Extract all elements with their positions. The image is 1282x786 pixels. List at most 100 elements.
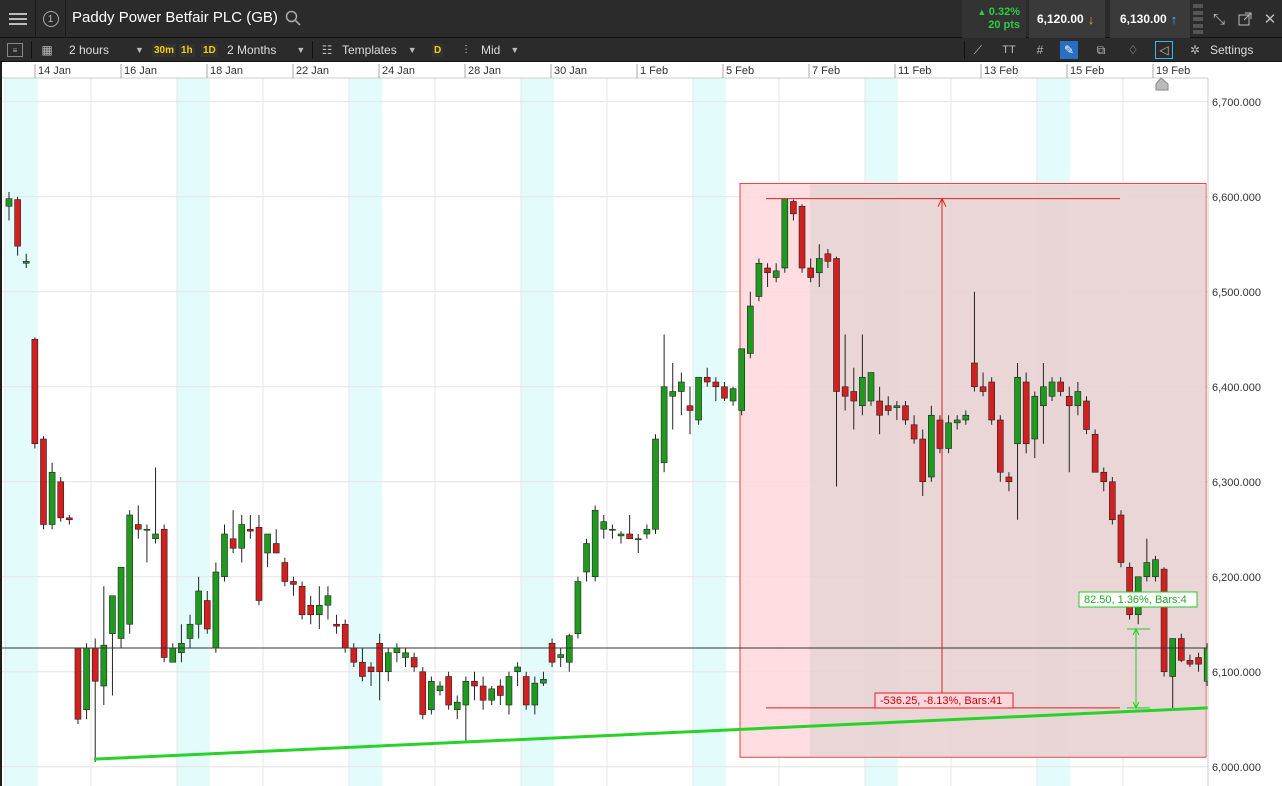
candle-body bbox=[290, 581, 297, 585]
candle-body bbox=[617, 533, 625, 537]
candle-body bbox=[419, 671, 427, 715]
candle-body bbox=[1160, 568, 1168, 673]
candle-body bbox=[609, 528, 616, 531]
close-icon[interactable]: ✕ bbox=[1258, 0, 1282, 38]
candle-body bbox=[31, 338, 39, 445]
measure-icon[interactable]: ◁ bbox=[1155, 41, 1173, 59]
candle-body bbox=[583, 543, 590, 573]
sell-price: 6,120.00 bbox=[1037, 12, 1084, 26]
popout-icon[interactable] bbox=[1232, 0, 1258, 38]
info-icon[interactable]: 1 bbox=[36, 0, 66, 38]
candle-body bbox=[238, 524, 246, 549]
up-arrow-icon: ↑ bbox=[1170, 11, 1178, 27]
candle-body bbox=[100, 644, 108, 687]
chart-type-icon[interactable]: ▦ bbox=[38, 41, 56, 59]
templates-select[interactable]: Templates ▼ bbox=[342, 38, 417, 62]
candle-body bbox=[893, 405, 901, 408]
x-tick-label: 22 Jan bbox=[296, 65, 329, 77]
candle-body bbox=[902, 405, 909, 421]
x-tick-label: 14 Jan bbox=[38, 65, 71, 77]
candle-body bbox=[255, 527, 263, 601]
search-icon[interactable] bbox=[285, 10, 301, 26]
weekend-band bbox=[349, 62, 382, 786]
candle-body bbox=[402, 652, 409, 658]
candle-body bbox=[428, 680, 435, 711]
candle-body bbox=[479, 685, 487, 701]
candle-body bbox=[272, 543, 280, 554]
chart-toolbar: ≡ ▦ 2 hours ▼ 30m 1h 1D 2 Months ▼ ☷ Templ… bbox=[0, 38, 1282, 62]
candle-body bbox=[488, 688, 496, 701]
interval-select[interactable]: 2 hours ▼ bbox=[69, 38, 144, 62]
candle-body bbox=[686, 405, 694, 411]
candle-body bbox=[790, 201, 797, 215]
candle-body bbox=[634, 538, 642, 541]
candle-body bbox=[109, 595, 116, 635]
candle-body bbox=[1022, 381, 1030, 445]
indicator-icon[interactable]: ♢ bbox=[1124, 41, 1142, 59]
candle-body bbox=[712, 381, 720, 388]
candle-body bbox=[815, 258, 823, 274]
settings-button[interactable]: Settings bbox=[1210, 38, 1253, 62]
candle-body bbox=[928, 414, 935, 478]
x-tick-label: 28 Jan bbox=[468, 65, 501, 77]
candle-body bbox=[367, 666, 375, 673]
interval-1d-button[interactable]: 1D bbox=[201, 38, 218, 62]
x-tick-label: 15 Feb bbox=[1070, 65, 1104, 77]
chart-window: 1 Paddy Power Betfair PLC (GB) ▲ 0.32% 2… bbox=[0, 0, 1282, 786]
interval-30m-button[interactable]: 30m bbox=[152, 38, 177, 62]
candle-body bbox=[798, 205, 806, 269]
y-tick-label: 6,000.000 bbox=[1212, 762, 1261, 774]
candle-body bbox=[1143, 562, 1151, 578]
price-chart[interactable]: 6,125.000-536.25, -8.13%, Bars:4182.50, … bbox=[2, 62, 1282, 786]
range-label: 2 Months bbox=[227, 43, 277, 57]
y-tick-label: 6,700.000 bbox=[1212, 97, 1261, 109]
line-tool-icon[interactable]: ⟋ bbox=[969, 41, 987, 59]
candle-body bbox=[764, 267, 771, 274]
layers-icon[interactable]: ⧉ bbox=[1092, 41, 1110, 59]
menu-icon[interactable] bbox=[0, 0, 36, 38]
candle-body bbox=[143, 528, 151, 531]
candle-body bbox=[1091, 433, 1099, 473]
interval-1h-button[interactable]: 1h bbox=[179, 38, 195, 62]
price-change: ▲ 0.32% 20 pts bbox=[962, 0, 1026, 38]
d-button[interactable]: D bbox=[432, 38, 444, 62]
x-tick-label: 19 Feb bbox=[1156, 65, 1190, 77]
candle-body bbox=[91, 647, 99, 682]
candle-body bbox=[48, 471, 56, 525]
candle-body bbox=[212, 571, 220, 649]
candle-body bbox=[574, 581, 582, 635]
candle-body bbox=[781, 198, 789, 269]
collapse-icon[interactable]: ⤡ bbox=[1206, 0, 1232, 38]
candle-body bbox=[471, 680, 478, 687]
panel-icon[interactable]: ≡ bbox=[7, 43, 23, 57]
candle-body bbox=[867, 372, 875, 402]
text-tool-icon[interactable]: TT bbox=[1000, 41, 1018, 59]
x-axis-bar bbox=[2, 62, 1208, 78]
range-select[interactable]: 2 Months ▼ bbox=[227, 38, 305, 62]
candle-body bbox=[755, 262, 763, 297]
instrument-title[interactable]: Paddy Power Betfair PLC (GB) bbox=[72, 9, 278, 26]
price-type-select[interactable]: Mid ▼ bbox=[481, 38, 519, 62]
candle-body bbox=[281, 562, 289, 582]
templates-icon[interactable]: ☷ bbox=[318, 41, 336, 59]
y-tick-label: 6,600.000 bbox=[1212, 192, 1261, 204]
candle-body bbox=[1074, 391, 1082, 407]
crosshair-icon[interactable]: ✎ bbox=[1060, 41, 1078, 59]
candle-body bbox=[772, 270, 780, 278]
candle-body bbox=[384, 652, 392, 673]
candle-body bbox=[1126, 566, 1133, 616]
candle-body bbox=[1117, 514, 1125, 563]
settings-icon[interactable]: ✲ bbox=[1186, 41, 1204, 59]
buy-button[interactable]: 6,130.00 ↑ bbox=[1110, 0, 1190, 38]
grid-icon[interactable]: # bbox=[1031, 41, 1049, 59]
candle-body bbox=[652, 438, 659, 530]
candles-icon[interactable]: ⫶ bbox=[457, 41, 475, 59]
candle-body bbox=[996, 419, 1004, 473]
candle-body bbox=[557, 654, 564, 658]
candle-body bbox=[876, 400, 883, 416]
y-tick-label: 6,300.000 bbox=[1212, 477, 1261, 489]
sell-button[interactable]: 6,120.00 ↓ bbox=[1029, 0, 1105, 38]
depth-bar[interactable] bbox=[1193, 4, 1203, 34]
header-bar: 1 Paddy Power Betfair PLC (GB) ▲ 0.32% 2… bbox=[0, 0, 1282, 38]
candle-body bbox=[540, 679, 547, 684]
